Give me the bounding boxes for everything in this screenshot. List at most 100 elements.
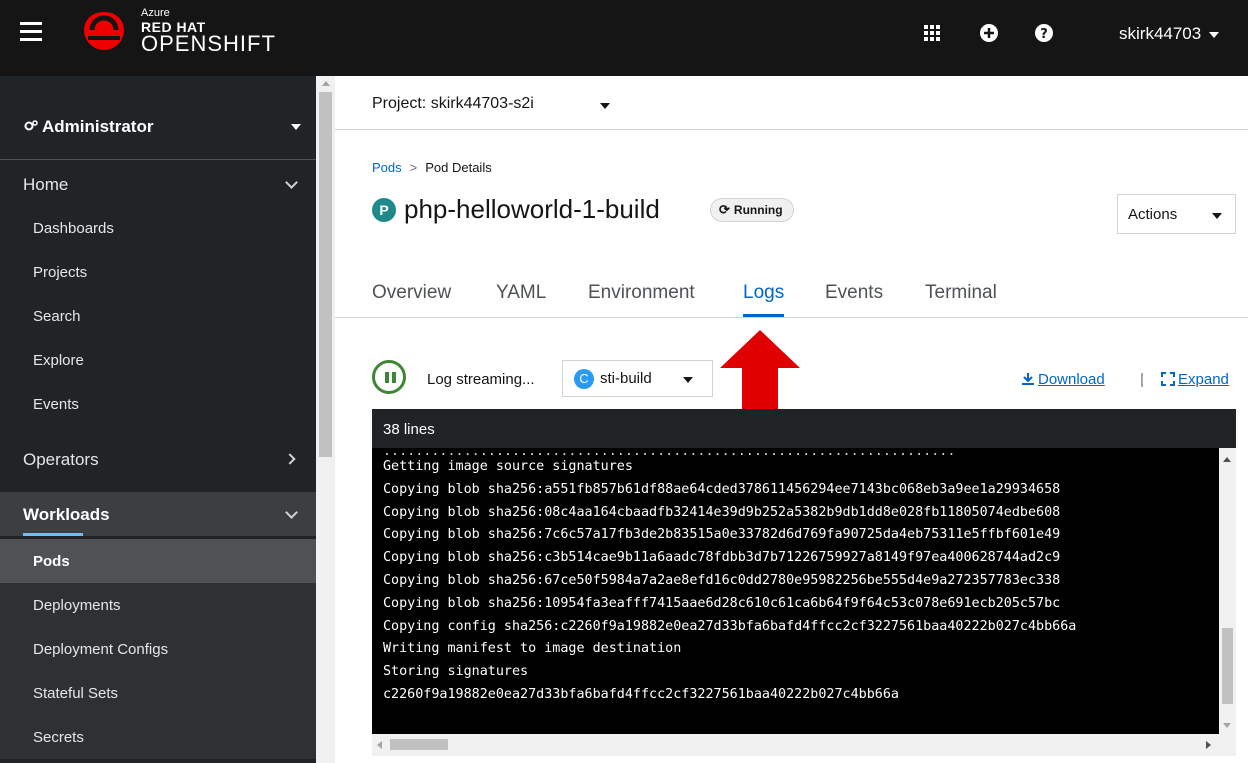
scroll-up-arrow-icon[interactable]: [322, 81, 330, 86]
chevron-down-icon: [285, 176, 298, 189]
sidebar-item-label: Stateful Sets: [33, 685, 119, 702]
container-select[interactable]: C sti-build: [562, 360, 713, 397]
log-line: Copying config sha256:c2260f9a19882e0ea2…: [383, 618, 1077, 634]
sidebar: Administrator Home Dashboards Projects S…: [0, 76, 316, 763]
pod-name: php-helloworld-1-build: [404, 194, 660, 224]
log-line: Copying blob sha256:c3b514cae9b11a6aadc7…: [383, 550, 1061, 566]
log-horizontal-scroll-thumb[interactable]: [390, 739, 448, 750]
log-line: Writing manifest to image destination: [383, 641, 682, 657]
download-link[interactable]: Download: [1021, 371, 1105, 388]
container-name: sti-build: [600, 370, 652, 387]
nav-section-operators[interactable]: Operators: [0, 437, 316, 481]
active-section-indicator: [23, 533, 83, 536]
perspective-switcher[interactable]: Administrator: [0, 84, 316, 160]
sidebar-item-label: Explore: [33, 352, 84, 369]
log-line: Storing signatures: [383, 664, 529, 680]
tab-logs[interactable]: Logs: [743, 282, 785, 317]
sidebar-item-label: Search: [33, 308, 81, 325]
nav-section-workloads-label: Workloads: [23, 505, 110, 524]
help-icon[interactable]: ?: [1034, 23, 1054, 43]
gears-icon: [24, 120, 38, 131]
log-line: Copying blob sha256:08c4aa164cbaadfb3241…: [383, 504, 1061, 520]
log-toolbar: Log streaming... C sti-build Download | …: [335, 358, 1248, 398]
pause-streaming-button[interactable]: [372, 360, 406, 394]
sidebar-scrollbar[interactable]: [316, 76, 335, 763]
sidebar-item-label: Events: [33, 396, 79, 413]
tab-events[interactable]: Events: [825, 282, 883, 304]
sidebar-item-secrets[interactable]: Secrets: [0, 715, 316, 759]
sidebar-item-dashboards[interactable]: Dashboards: [0, 206, 316, 250]
sidebar-item-label: Deployment Configs: [33, 641, 169, 658]
main-content: Project: skirk44703-s2i Pods > Pod Details…: [335, 76, 1248, 763]
user-menu[interactable]: skirk44703: [1119, 24, 1220, 44]
tab-terminal[interactable]: Terminal: [925, 282, 997, 304]
download-label: Download: [1038, 371, 1105, 388]
download-icon: [1022, 373, 1034, 385]
project-selector[interactable]: Project: skirk44703-s2i: [335, 76, 1248, 130]
scroll-down-arrow-icon[interactable]: [1223, 723, 1231, 728]
plus-circle-icon[interactable]: [979, 23, 999, 43]
sidebar-item-projects[interactable]: Projects: [0, 250, 316, 294]
sidebar-item-deployments[interactable]: Deployments: [0, 583, 316, 627]
brand-openshift: OPENSHIFT: [141, 31, 276, 56]
expand-label: Expand: [1178, 371, 1229, 388]
container-caret-icon: [683, 377, 693, 383]
pause-icon: [385, 372, 389, 383]
hamburger-menu-icon[interactable]: [20, 22, 42, 44]
sidebar-item-events[interactable]: Events: [0, 382, 316, 426]
tab-overview[interactable]: Overview: [372, 282, 451, 304]
brand-wordmark[interactable]: Azure RED HAT OPENSHIFT: [141, 8, 276, 55]
sidebar-item-stateful-sets[interactable]: Stateful Sets: [0, 671, 316, 715]
log-vertical-scrollbar[interactable]: [1219, 448, 1236, 734]
tab-bar: Overview YAML Environment Logs Events Te…: [335, 268, 1248, 318]
sidebar-scroll-thumb[interactable]: [319, 92, 332, 457]
log-line: Copying blob sha256:7c6c57a17fb3de2b8351…: [383, 527, 1061, 543]
expand-link[interactable]: Expand: [1161, 371, 1229, 388]
log-line-partial: ........................................…: [383, 448, 956, 456]
log-line: c2260f9a19882e0ea27d33bfa6bafd4ffcc2cf32…: [383, 686, 899, 702]
tab-environment[interactable]: Environment: [588, 282, 695, 304]
log-line: Copying blob sha256:67ce50f5984a7a2ae8ef…: [383, 572, 1061, 588]
breadcrumb: Pods > Pod Details: [372, 160, 492, 175]
log-output[interactable]: ........................................…: [372, 448, 1219, 734]
expand-icon: [1161, 372, 1175, 386]
log-line: Copying blob sha256:a551fb857b61df88ae64…: [383, 481, 1061, 497]
chevron-down-icon: [285, 506, 298, 519]
log-vertical-scroll-thumb[interactable]: [1222, 628, 1233, 704]
breadcrumb-pods-link[interactable]: Pods: [372, 160, 402, 175]
perspective-caret-icon: [291, 124, 301, 130]
sidebar-item-label: Deployments: [33, 597, 121, 614]
username: skirk44703: [1119, 24, 1202, 43]
sidebar-item-pods[interactable]: Pods: [0, 539, 316, 583]
nav-section-home-label: Home: [23, 175, 69, 194]
tab-yaml[interactable]: YAML: [496, 282, 546, 304]
breadcrumb-current: Pod Details: [425, 160, 492, 175]
masthead: Azure RED HAT OPENSHIFT ? skirk44703: [0, 0, 1248, 76]
scroll-right-arrow-icon[interactable]: [1206, 741, 1211, 749]
status-badge: ⟳ Running: [710, 198, 794, 222]
actions-dropdown-button[interactable]: Actions: [1117, 194, 1236, 234]
sync-icon: ⟳: [719, 202, 730, 217]
status-text: Running: [733, 203, 783, 217]
nav-section-home[interactable]: Home: [0, 162, 316, 206]
apps-grid-icon[interactable]: [922, 23, 942, 43]
nav-section-workloads[interactable]: Workloads: [0, 492, 316, 536]
project-label: Project: skirk44703-s2i: [372, 95, 534, 112]
log-horizontal-scrollbar[interactable]: [372, 734, 1236, 756]
red-hat-logo-icon[interactable]: [78, 10, 130, 52]
sidebar-item-label: Pods: [33, 553, 70, 570]
chevron-right-icon: [284, 453, 296, 465]
log-viewer[interactable]: 38 lines ...............................…: [372, 409, 1236, 756]
container-badge: C: [574, 369, 594, 389]
sidebar-item-deployment-configs[interactable]: Deployment Configs: [0, 627, 316, 671]
sidebar-item-label: Secrets: [33, 729, 84, 746]
pod-resource-badge: P: [372, 198, 396, 222]
sidebar-item-explore[interactable]: Explore: [0, 338, 316, 382]
scroll-up-arrow-icon[interactable]: [1223, 457, 1231, 462]
svg-text:?: ?: [1040, 27, 1048, 42]
scroll-left-arrow-icon[interactable]: [377, 741, 382, 749]
sidebar-item-search[interactable]: Search: [0, 294, 316, 338]
pause-icon: [392, 372, 396, 383]
tab-logs-label: Logs: [743, 282, 785, 303]
log-line: Getting image source signatures: [383, 459, 633, 474]
